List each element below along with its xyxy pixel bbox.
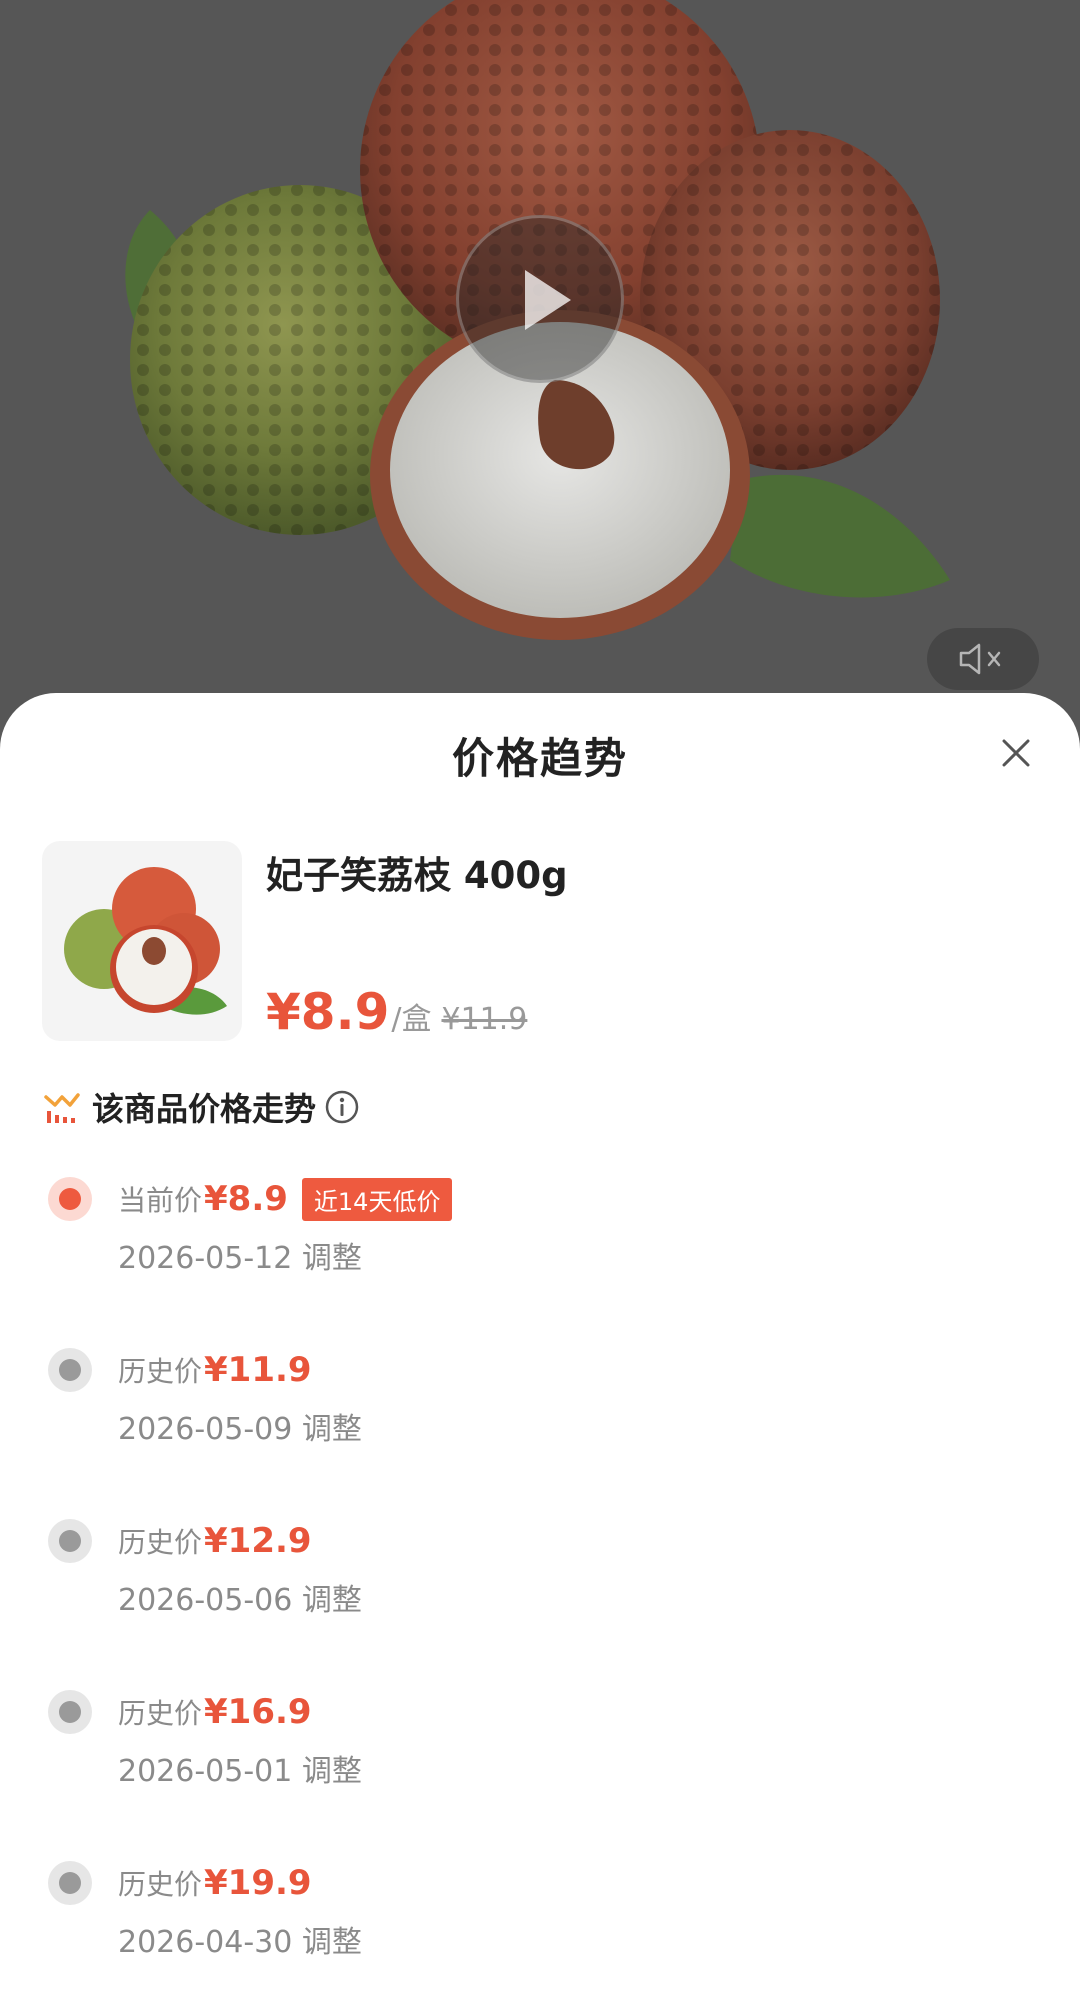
timeline-price: ¥16.9 bbox=[204, 1692, 312, 1732]
price-label: 历史价 bbox=[118, 1868, 203, 1901]
adjust-date: 2026-04-30 调整 bbox=[118, 1925, 362, 1960]
original-price: ¥11.9 bbox=[441, 1002, 528, 1037]
price-history-timeline: 当前价 ¥8.9 近14天低价 2026-05-12 调整 历史价 ¥11.9 … bbox=[0, 1173, 1080, 1973]
price-trend-sheet: 价格趋势 妃子笑荔枝 400g ¥8.9/盒 ¥11.9 该商品价格走势 当前价… bbox=[0, 693, 1080, 1994]
price-label: 当前价 bbox=[118, 1184, 203, 1217]
price-trend-heading: 该商品价格走势 bbox=[92, 1090, 317, 1128]
price-label: 历史价 bbox=[118, 1355, 203, 1388]
current-price: ¥8.9 bbox=[266, 983, 390, 1041]
product-thumbnail bbox=[42, 841, 242, 1041]
adjust-date: 2026-05-06 调整 bbox=[118, 1583, 362, 1618]
play-icon bbox=[525, 270, 571, 330]
timeline-price: ¥8.9 bbox=[204, 1179, 288, 1219]
timeline-price: ¥11.9 bbox=[204, 1350, 312, 1390]
timeline-item-current: 当前价 ¥8.9 近14天低价 2026-05-12 调整 bbox=[0, 1173, 1080, 1293]
play-button[interactable] bbox=[456, 215, 624, 383]
price-trend-header: 该商品价格走势 bbox=[42, 1085, 360, 1129]
mute-toggle-button[interactable] bbox=[927, 628, 1039, 690]
timeline-item: 历史价 ¥12.9 2026-05-06 调整 bbox=[0, 1515, 1080, 1635]
adjust-date: 2026-05-01 调整 bbox=[118, 1754, 362, 1789]
timeline-price: ¥12.9 bbox=[204, 1521, 312, 1561]
timeline-dot bbox=[48, 1519, 92, 1563]
price-label: 历史价 bbox=[118, 1697, 203, 1730]
info-icon[interactable] bbox=[324, 1089, 360, 1125]
price-label: 历史价 bbox=[118, 1526, 203, 1559]
timeline-item: 历史价 ¥19.9 2026-04-30 调整 bbox=[0, 1857, 1080, 1977]
sheet-title: 价格趋势 bbox=[451, 734, 628, 783]
lychee-thumbnail-image bbox=[64, 867, 227, 1015]
adjust-date: 2026-05-12 调整 bbox=[118, 1241, 362, 1276]
timeline-dot-current bbox=[48, 1177, 92, 1221]
price-trend-icon bbox=[44, 1093, 80, 1123]
timeline-dot bbox=[48, 1690, 92, 1734]
adjust-date: 2026-05-09 调整 bbox=[118, 1412, 362, 1447]
product-video[interactable] bbox=[0, 0, 1080, 720]
timeline-dot bbox=[48, 1861, 92, 1905]
timeline-item: 历史价 ¥11.9 2026-05-09 调整 bbox=[0, 1344, 1080, 1464]
timeline-price: ¥19.9 bbox=[204, 1863, 312, 1903]
close-icon[interactable] bbox=[996, 733, 1036, 773]
product-price-row: ¥8.9/盒 ¥11.9 bbox=[266, 983, 527, 1041]
timeline-item: 历史价 ¥16.9 2026-05-01 调整 bbox=[0, 1686, 1080, 1806]
product-name: 妃子笑荔枝 400g bbox=[266, 854, 568, 897]
price-unit: /盒 bbox=[391, 1002, 432, 1037]
timeline-dot bbox=[48, 1348, 92, 1392]
speaker-muted-icon bbox=[959, 643, 1001, 675]
low-price-badge: 近14天低价 bbox=[301, 1177, 453, 1221]
